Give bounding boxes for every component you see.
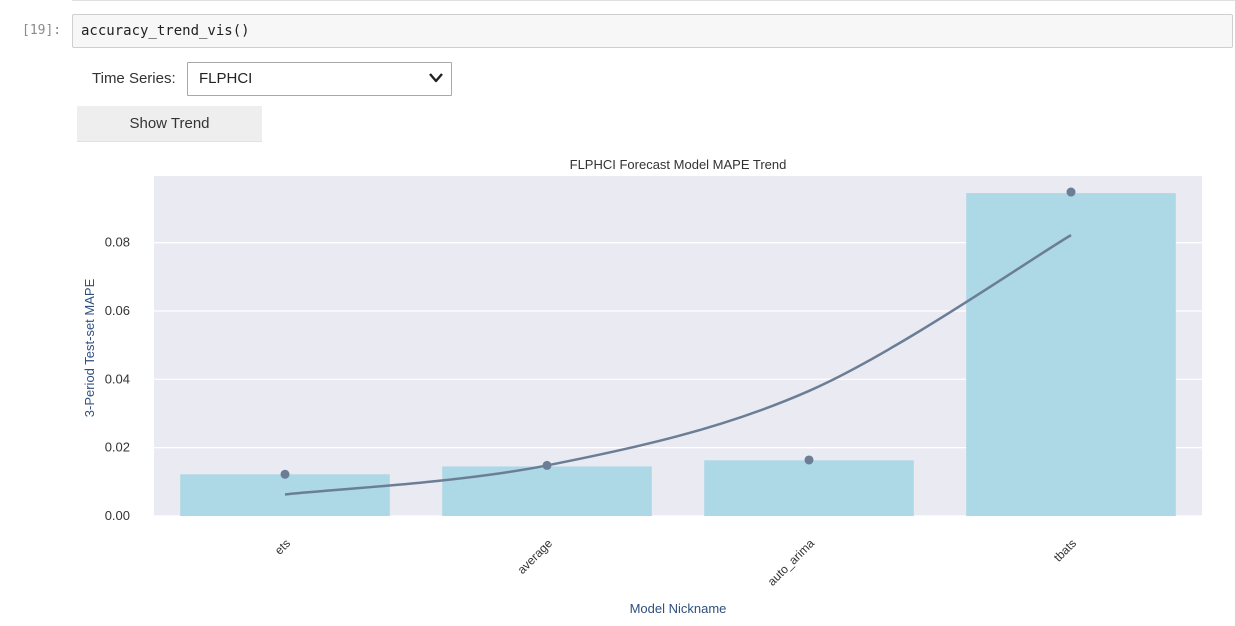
- y-tick-label: 0.08: [105, 235, 130, 250]
- point-auto-arima: [804, 455, 814, 465]
- x-tick-label: ets: [272, 536, 293, 557]
- y-tick-label: 0.06: [105, 303, 130, 318]
- point-ets: [280, 469, 290, 479]
- bar-tbats: [966, 193, 1176, 516]
- bar-auto-arima: [704, 460, 914, 516]
- x-tick-label: average: [515, 536, 556, 577]
- point-average: [542, 460, 552, 470]
- x-axis-label: Model Nickname: [630, 601, 727, 616]
- bar-average: [442, 466, 652, 516]
- y-tick-label: 0.02: [105, 440, 130, 455]
- x-tick-label: tbats: [1051, 536, 1079, 564]
- y-axis-label: 3-Period Test-set MAPE: [82, 278, 97, 417]
- bar-ets: [180, 474, 390, 516]
- y-tick-label: 0.00: [105, 508, 130, 523]
- x-tick-label: auto_arima: [765, 536, 818, 589]
- mape-trend-chart: FLPHCI Forecast Model MAPE Trend 0.00 0.0…: [82, 157, 1202, 616]
- point-tbats: [1066, 187, 1076, 197]
- chart-title: FLPHCI Forecast Model MAPE Trend: [570, 157, 787, 172]
- y-tick-label: 0.04: [105, 371, 130, 386]
